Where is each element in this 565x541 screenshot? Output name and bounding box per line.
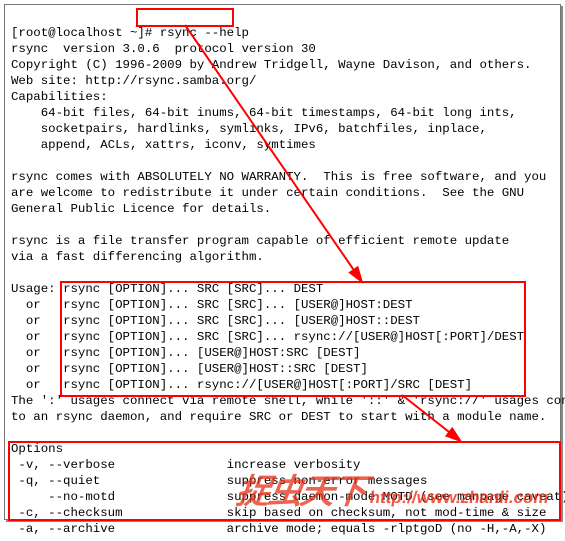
usage-line: rsync [OPTION]... [USER@]HOST:SRC [DEST] (63, 346, 360, 360)
option-row: -a, --archive archive mode; equals -rlpt… (11, 522, 546, 536)
usage-line: rsync [OPTION]... SRC [SRC]... [USER@]HO… (63, 298, 412, 312)
option-flags: --no-motd (11, 490, 115, 504)
shell-prompt: [root@localhost ~]# (11, 26, 160, 40)
option-flags: -c, --checksum (11, 506, 123, 520)
screenshot-frame: [root@localhost ~]# rsync --help rsync v… (4, 4, 561, 520)
capabilities-line: socketpairs, hardlinks, symlinks, IPv6, … (11, 122, 487, 136)
option-flags: -v, --verbose (11, 458, 115, 472)
watermark: 捉虫天下http://www.zhanli.com (234, 464, 554, 513)
watermark-url: http://www.zhanli.com (369, 488, 550, 507)
warranty-line: rsync comes with ABSOLUTELY NO WARRANTY.… (11, 170, 546, 184)
option-desc: archive mode; equals -rlptgoD (no -H,-A,… (227, 522, 547, 536)
or-label: or (11, 362, 63, 376)
usage-label: Usage: (11, 282, 63, 296)
capabilities-line: append, ACLs, xattrs, iconv, symtimes (11, 138, 316, 152)
watermark-text: 捉虫天下 (234, 474, 367, 511)
option-flags: -a, --archive (11, 522, 115, 536)
usage-note: to an rsync daemon, and require SRC or D… (11, 410, 546, 424)
options-header: Options (11, 442, 63, 456)
copyright-line: Copyright (C) 1996-2009 by Andrew Tridge… (11, 58, 532, 72)
capabilities-header: Capabilities: (11, 90, 108, 104)
usage-line: rsync [OPTION]... SRC [SRC]... [USER@]HO… (63, 314, 420, 328)
usage-line: rsync [OPTION]... SRC [SRC]... DEST (63, 282, 323, 296)
or-label: or (11, 314, 63, 328)
or-label: or (11, 346, 63, 360)
version-line: rsync version 3.0.6 protocol version 30 (11, 42, 316, 56)
capabilities-line: 64-bit files, 64-bit inums, 64-bit times… (11, 106, 517, 120)
description-line: rsync is a file transfer program capable… (11, 234, 509, 248)
description-line: via a fast differencing algorithm. (11, 250, 264, 264)
website-line: Web site: http://rsync.samba.org/ (11, 74, 256, 88)
usage-note: The ':' usages connect via remote shell,… (11, 394, 565, 408)
or-label: or (11, 298, 63, 312)
typed-command[interactable]: rsync --help (160, 26, 249, 40)
terminal-output: [root@localhost ~]# rsync --help rsync v… (5, 5, 560, 541)
option-flags: -q, --quiet (11, 474, 100, 488)
usage-line: rsync [OPTION]... SRC [SRC]... rsync://[… (63, 330, 524, 344)
or-label: or (11, 378, 63, 392)
or-label: or (11, 330, 63, 344)
usage-line: rsync [OPTION]... rsync://[USER@]HOST[:P… (63, 378, 472, 392)
warranty-line: General Public Licence for details. (11, 202, 271, 216)
warranty-line: are welcome to redistribute it under cer… (11, 186, 524, 200)
usage-line: rsync [OPTION]... [USER@]HOST::SRC [DEST… (63, 362, 368, 376)
